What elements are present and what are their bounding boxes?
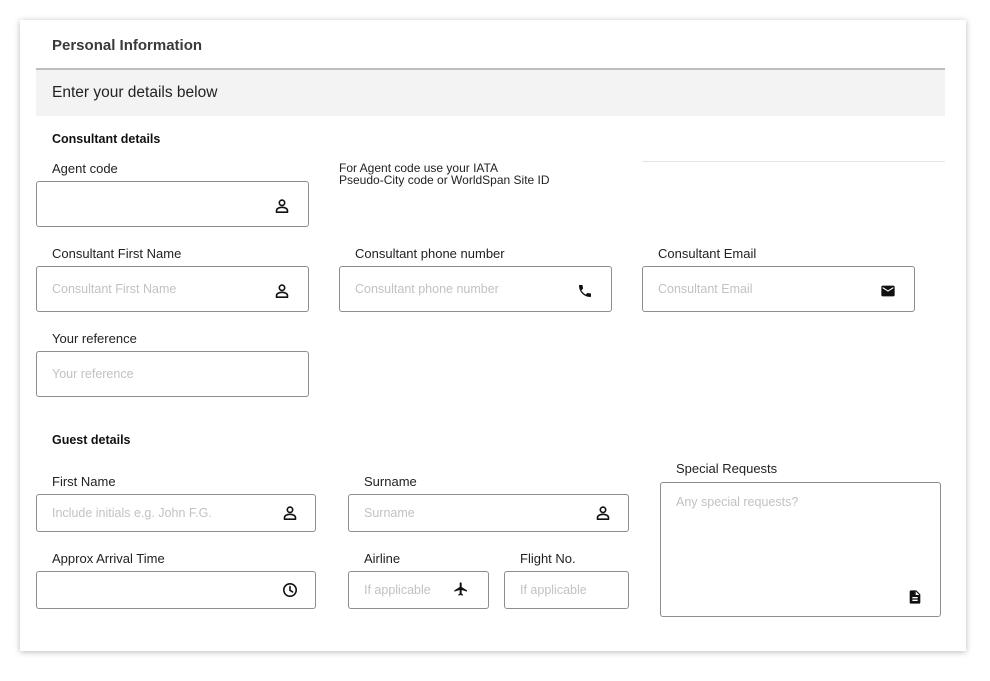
mail-icon [880,283,896,299]
surname-field[interactable] [348,494,629,532]
consultant-section-title: Consultant details [52,132,161,146]
phone-icon [577,283,593,299]
person-icon [274,283,290,299]
person-icon [282,505,298,521]
consultant-first-name-field[interactable] [36,266,309,312]
consultant-email-field[interactable] [642,266,915,312]
airline-field[interactable] [348,571,489,609]
reference-input[interactable] [37,352,308,396]
guest-first-name-input[interactable] [37,495,315,531]
reference-field[interactable] [36,351,309,397]
consultant-first-name-input[interactable] [37,267,308,311]
consultant-email-label: Consultant Email [658,246,757,261]
flight-no-field[interactable] [504,571,629,609]
surname-label: Surname [364,474,417,489]
guest-first-name-field[interactable] [36,494,316,532]
subheader-bar: Enter your details below [36,70,945,116]
airline-label: Airline [364,551,401,566]
subheader-text: Enter your details below [52,84,218,101]
flight-no-input[interactable] [505,572,628,608]
special-requests-textarea[interactable] [661,483,940,616]
card-title: Personal Information [52,37,203,54]
flight-no-label: Flight No. [520,551,576,566]
airplane-icon [453,581,469,597]
consultant-email-input[interactable] [643,267,914,311]
clock-icon [282,582,298,598]
agent-code-label: Agent code [52,161,118,176]
consultant-first-name-label: Consultant First Name [52,246,182,261]
person-icon [595,505,611,521]
guest-first-name-label: First Name [52,474,116,489]
reference-label: Your reference [52,331,137,346]
arrival-time-label: Approx Arrival Time [52,551,165,566]
surname-input[interactable] [349,495,628,531]
arrival-time-field[interactable] [36,571,316,609]
consultant-phone-input[interactable] [340,267,611,311]
arrival-time-input[interactable] [37,572,315,608]
document-icon [907,589,923,605]
consultant-phone-label: Consultant phone number [355,246,505,261]
agent-code-input[interactable] [37,182,308,226]
guest-section-title: Guest details [52,433,131,447]
agent-code-field[interactable] [36,181,309,227]
hint-divider [642,161,945,162]
person-icon [274,198,290,214]
consultant-phone-field[interactable] [339,266,612,312]
personal-information-card: Personal Information Enter your details … [20,20,966,651]
special-requests-field[interactable] [660,482,941,617]
agent-code-hint-line2: Pseudo-City code or WorldSpan Site ID [339,173,550,187]
special-requests-label: Special Requests [676,461,778,476]
